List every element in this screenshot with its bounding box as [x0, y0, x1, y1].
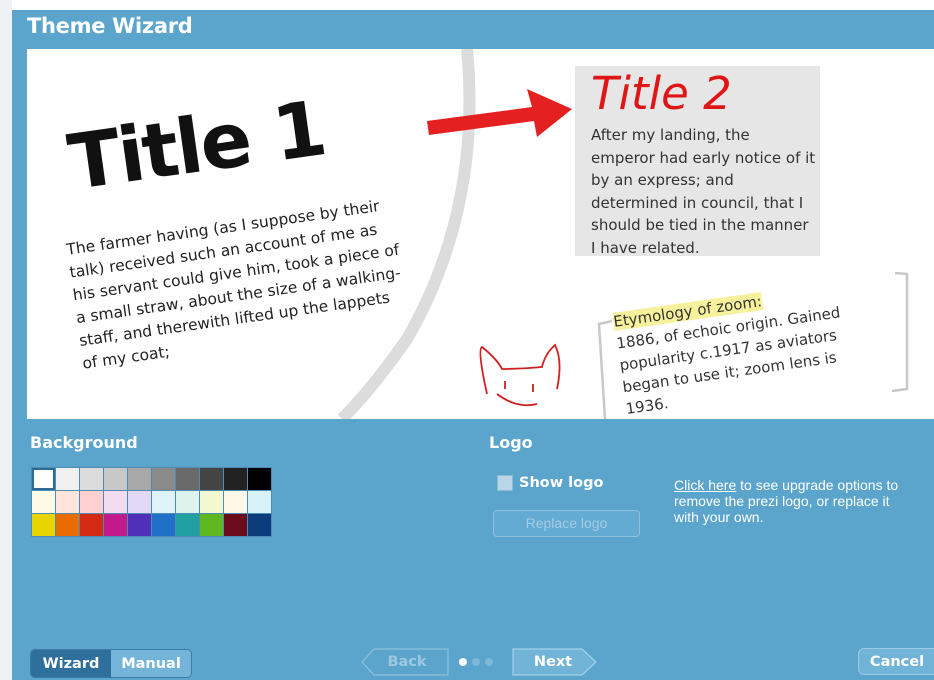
- color-swatch[interactable]: [152, 514, 175, 536]
- show-logo-label: Show logo: [519, 475, 604, 491]
- next-button[interactable]: Next: [512, 648, 594, 675]
- color-swatch[interactable]: [128, 468, 151, 490]
- red-arrow-icon: [427, 89, 572, 137]
- color-swatch[interactable]: [80, 468, 103, 490]
- back-button: Back: [387, 653, 427, 670]
- color-swatch[interactable]: [176, 468, 199, 490]
- color-swatch[interactable]: [56, 514, 79, 536]
- step-dot: [459, 658, 467, 666]
- left-edge: [0, 0, 12, 680]
- color-swatch[interactable]: [200, 491, 223, 513]
- preview-paragraph-2: After my landing, the emperor had early …: [591, 126, 816, 257]
- color-swatch[interactable]: [200, 514, 223, 536]
- dialog-title: Theme Wizard: [27, 14, 193, 38]
- wizard-tab[interactable]: Wizard: [31, 650, 111, 677]
- upgrade-link[interactable]: Click here: [674, 477, 736, 493]
- logo-label: Logo: [489, 433, 533, 452]
- color-swatch[interactable]: [104, 491, 127, 513]
- step-dot: [472, 658, 480, 666]
- theme-preview: Title 1 The farmer having (as I suppose …: [27, 49, 934, 419]
- color-swatch[interactable]: [176, 514, 199, 536]
- preview-title-2: Title 2: [591, 67, 732, 120]
- color-swatch[interactable]: [248, 491, 271, 513]
- color-swatch[interactable]: [128, 491, 151, 513]
- color-swatch[interactable]: [56, 491, 79, 513]
- color-swatch[interactable]: [152, 468, 175, 490]
- step-indicator: [459, 658, 493, 666]
- background-swatch-grid: [31, 467, 272, 537]
- color-swatch[interactable]: [128, 514, 151, 536]
- color-swatch[interactable]: [32, 491, 55, 513]
- color-swatch[interactable]: [56, 468, 79, 490]
- upgrade-info: Click here to see upgrade options to rem…: [674, 477, 899, 525]
- bracket-right: [891, 271, 909, 393]
- color-swatch[interactable]: [104, 514, 127, 536]
- color-swatch[interactable]: [248, 468, 271, 490]
- color-swatch[interactable]: [152, 491, 175, 513]
- color-swatch[interactable]: [200, 468, 223, 490]
- bracket-left: [597, 319, 613, 419]
- manual-tab[interactable]: Manual: [111, 650, 191, 677]
- color-swatch[interactable]: [104, 468, 127, 490]
- checkbox-box[interactable]: [497, 475, 513, 491]
- color-swatch[interactable]: [224, 491, 247, 513]
- color-swatch[interactable]: [224, 514, 247, 536]
- show-logo-checkbox[interactable]: Show logo: [497, 475, 603, 491]
- step-dot: [485, 658, 493, 666]
- background-label: Background: [30, 433, 138, 452]
- color-swatch[interactable]: [80, 514, 103, 536]
- replace-logo-button: Replace logo: [493, 510, 640, 537]
- mode-toggle: Wizard Manual: [30, 649, 192, 678]
- cancel-button[interactable]: Cancel: [858, 648, 934, 675]
- color-swatch[interactable]: [32, 468, 55, 490]
- color-swatch[interactable]: [224, 468, 247, 490]
- color-swatch[interactable]: [80, 491, 103, 513]
- color-swatch[interactable]: [248, 514, 271, 536]
- color-swatch[interactable]: [32, 514, 55, 536]
- color-swatch[interactable]: [176, 491, 199, 513]
- cat-doodle-icon: [479, 343, 561, 407]
